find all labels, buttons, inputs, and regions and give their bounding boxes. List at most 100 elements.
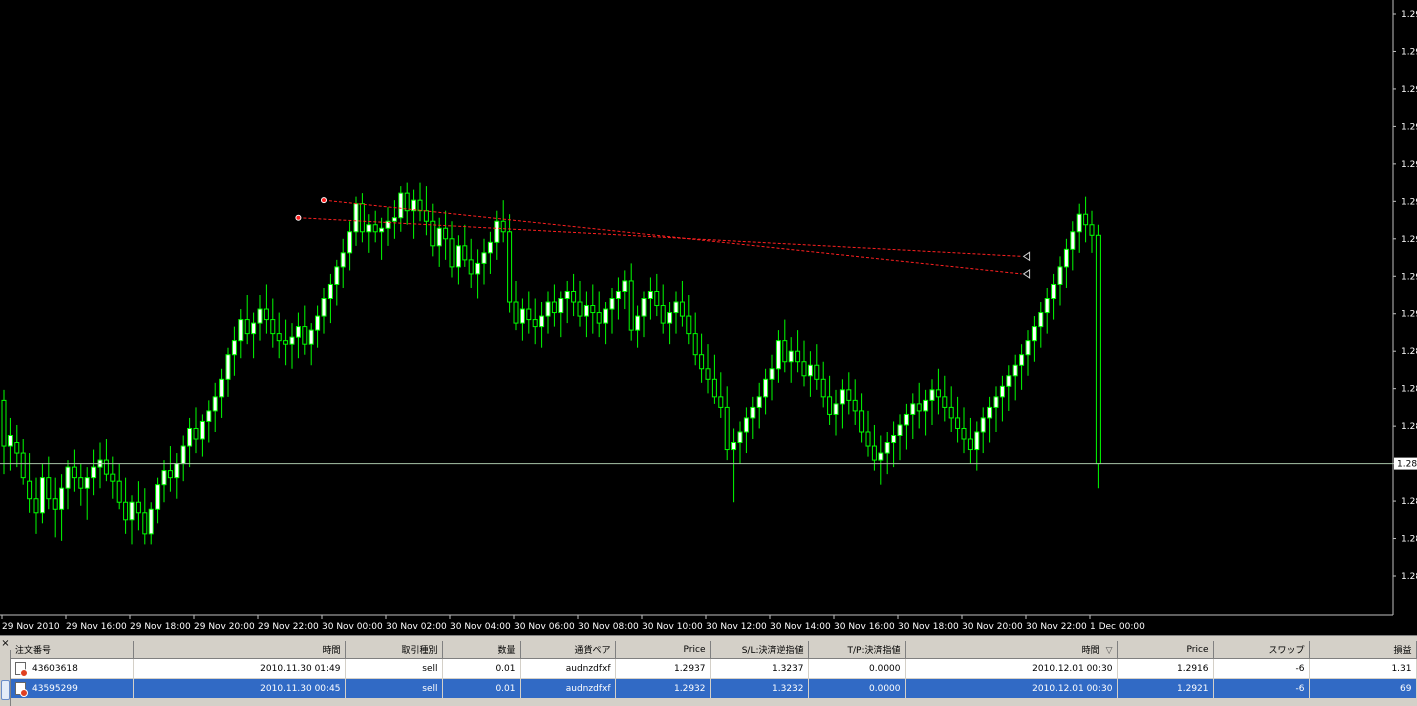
candle-body xyxy=(673,301,679,314)
candle-body xyxy=(865,431,871,447)
candle-body xyxy=(980,417,986,433)
candle-body xyxy=(391,217,397,222)
col-header-tp[interactable]: T/P:決済指値 xyxy=(808,641,906,659)
candle-body xyxy=(20,452,26,479)
time-tick-label: 30 Nov 20:00 xyxy=(962,622,1023,632)
col-header-open-price[interactable]: Price xyxy=(615,641,711,659)
candlestick-chart-svg[interactable]: 1.29 1.29 1.29 1.29 1.29 1.29 1.29 1.29 1.29 1.28… xyxy=(0,0,1417,635)
candle-body xyxy=(14,442,20,454)
candle-body xyxy=(1031,326,1037,342)
cell-sl: 1.3232 xyxy=(710,678,809,699)
table-row-selected[interactable]: 43595299 2010.11.30 00:45 sell 0.01 audn… xyxy=(11,678,1417,699)
candle-body xyxy=(558,298,564,314)
candle-body xyxy=(999,385,1005,398)
candle-body xyxy=(244,319,250,335)
col-header-volume[interactable]: 数量 xyxy=(442,641,521,659)
candle-body xyxy=(1,399,7,447)
candle-body xyxy=(859,410,865,433)
cell-open-time: 2010.11.30 01:49 xyxy=(133,658,346,679)
candle-body xyxy=(103,459,109,475)
col-header-swap[interactable]: スワップ xyxy=(1213,641,1310,659)
col-header-profit[interactable]: 損益 xyxy=(1309,641,1417,659)
terminal-tab-handle[interactable] xyxy=(1,680,10,700)
col-header-sl[interactable]: S/L:決済逆指値 xyxy=(710,641,809,659)
candle-body xyxy=(519,308,525,324)
candle-body xyxy=(507,231,513,303)
col-header-close-price[interactable]: Price xyxy=(1117,641,1214,659)
price-tick-label: 1.28 xyxy=(1401,572,1417,582)
candle-body xyxy=(327,283,333,300)
col-header-open-time[interactable]: 時間 xyxy=(133,641,346,659)
candle-body xyxy=(468,259,474,275)
candle-body xyxy=(302,326,308,345)
price-chart[interactable]: 1.29 1.29 1.29 1.29 1.29 1.29 1.29 1.29 1.29 1.28… xyxy=(0,0,1417,635)
candle-body xyxy=(692,333,698,356)
candle-body xyxy=(500,220,506,233)
candle-body xyxy=(423,210,429,222)
time-tick-label: 30 Nov 10:00 xyxy=(642,622,703,632)
col-header-type[interactable]: 取引種別 xyxy=(345,641,443,659)
candle-body xyxy=(212,396,218,412)
candle-body xyxy=(769,368,775,380)
closed-order-icon xyxy=(15,662,28,677)
candle-body xyxy=(1057,266,1063,285)
candle-body xyxy=(455,245,461,268)
time-tick-label: 30 Nov 16:00 xyxy=(834,622,895,632)
candle-body xyxy=(571,290,577,303)
candle-body xyxy=(443,227,449,240)
candle-body xyxy=(961,427,967,440)
candle-body xyxy=(891,435,897,444)
candle-body xyxy=(590,305,596,314)
time-tick-label: 29 Nov 22:00 xyxy=(258,622,319,632)
candle-body xyxy=(564,290,570,300)
candle-body xyxy=(308,329,314,345)
candle-body xyxy=(987,406,993,419)
candle-body xyxy=(481,252,487,264)
candle-body xyxy=(270,319,276,335)
table-row[interactable]: 43603618 2010.11.30 01:49 sell 0.01 audn… xyxy=(11,658,1417,679)
candle-body xyxy=(372,224,378,233)
candle-body xyxy=(1063,248,1069,268)
trade-line xyxy=(323,199,1022,275)
cell-open-time: 2010.11.30 00:45 xyxy=(133,678,346,699)
candle-body xyxy=(699,354,705,370)
candle-body xyxy=(142,512,148,535)
candle-body xyxy=(679,301,685,317)
col-header-symbol[interactable]: 通貨ペア xyxy=(520,641,616,659)
time-tick-label: 29 Nov 2010 xyxy=(2,622,60,632)
candle-body xyxy=(110,473,116,482)
candle-body xyxy=(737,431,743,444)
time-tick-label: 30 Nov 18:00 xyxy=(898,622,959,632)
candle-body xyxy=(545,301,551,317)
price-tick-label: 1.29 xyxy=(1401,272,1417,282)
candle-body xyxy=(635,315,641,331)
candle-body xyxy=(743,417,749,433)
cell-symbol: audnzdfxf xyxy=(520,678,616,699)
col-header-close-time[interactable]: 時間 ▽ xyxy=(905,641,1118,659)
candle-body xyxy=(814,364,820,380)
close-icon[interactable]: × xyxy=(0,638,11,649)
time-tick-label: 1 Dec 00:00 xyxy=(1090,622,1145,632)
price-tick-label: 1.28 xyxy=(1401,422,1417,432)
cell-close-price: 1.2921 xyxy=(1117,678,1214,699)
cell-tp: 0.0000 xyxy=(808,658,906,679)
candle-body xyxy=(532,319,538,328)
candle-body xyxy=(33,498,39,514)
candle-body xyxy=(660,305,666,324)
candle-body xyxy=(967,438,973,451)
candle-body xyxy=(155,484,161,510)
candle-body xyxy=(180,445,186,465)
candle-body xyxy=(782,340,788,363)
candle-body xyxy=(1019,354,1025,366)
candle-body xyxy=(603,308,609,324)
price-tick-label: 1.29 xyxy=(1401,160,1417,170)
candle-body xyxy=(129,501,135,521)
candle-body xyxy=(1006,375,1012,387)
candle-body xyxy=(750,406,756,419)
time-tick-label: 29 Nov 16:00 xyxy=(66,622,127,632)
candle-body xyxy=(609,298,615,310)
candle-body xyxy=(615,290,621,300)
time-tick-label: 30 Nov 12:00 xyxy=(706,622,767,632)
col-header-ticket[interactable]: 注文番号 xyxy=(11,641,134,659)
terminal-panel: × 注文番号 時間 取引種別 数量 通貨ペア Price S/L:決済逆指値 T… xyxy=(0,635,1417,706)
